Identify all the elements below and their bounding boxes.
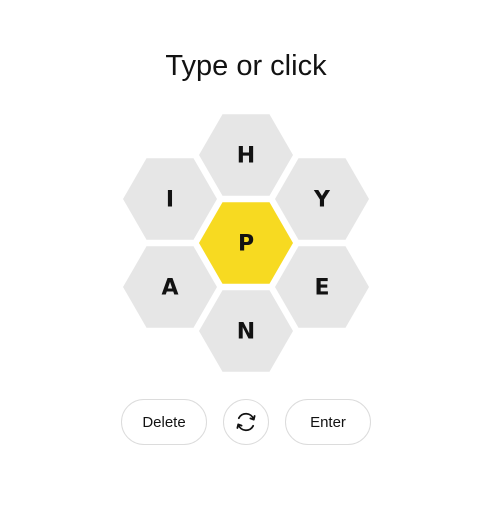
letter-hive: H I Y A E N P — [123, 114, 369, 372]
hive-cell-upper-right[interactable]: Y — [275, 158, 369, 240]
hive-cell-center[interactable]: P — [199, 202, 293, 284]
hive-cell-lower-right[interactable]: E — [275, 246, 369, 328]
hive-cell-bottom[interactable]: N — [199, 290, 293, 372]
hive-cell-center-letter: P — [238, 232, 254, 257]
enter-button[interactable]: Enter — [285, 399, 371, 445]
shuffle-icon — [236, 412, 256, 432]
hive-cell-bottom-letter: N — [237, 320, 255, 345]
hive-cell-upper-right-letter: Y — [313, 188, 331, 213]
hive-cell-lower-right-letter: E — [314, 276, 329, 301]
hive-cell-upper-left-letter: I — [166, 188, 174, 213]
hive-cell-lower-left-letter: A — [161, 276, 178, 301]
shuffle-button[interactable] — [223, 399, 269, 445]
hive-cell-upper-left[interactable]: I — [123, 158, 217, 240]
hive-cell-lower-left[interactable]: A — [123, 246, 217, 328]
hive-cell-top[interactable]: H — [199, 114, 293, 196]
delete-button[interactable]: Delete — [121, 399, 207, 445]
hive-cell-top-letter: H — [237, 144, 255, 169]
